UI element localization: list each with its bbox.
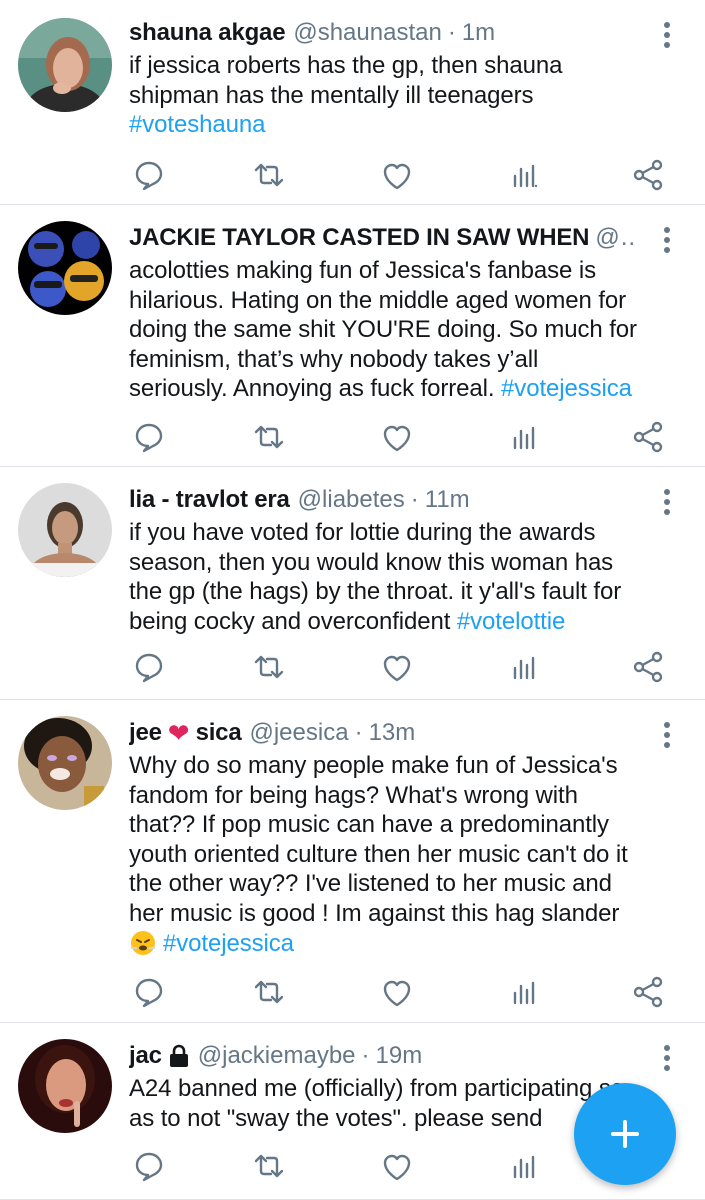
tweet-text-line: the gp (the hags) by the throat. it y'al… [129, 578, 622, 605]
separator-dot: · [447, 19, 456, 46]
user-handle[interactable]: @liabetes [298, 483, 405, 517]
tweet[interactable]: JACKIE TAYLOR CASTED IN SAW WHEN @... ac… [0, 205, 705, 467]
reply-icon[interactable] [129, 972, 169, 1012]
stats-icon[interactable] [505, 647, 545, 687]
retweet-icon[interactable] [249, 155, 289, 195]
share-icon[interactable] [629, 647, 669, 687]
avatar[interactable] [18, 18, 112, 112]
tweet-text-line: her music is good ! Im against this hag … [129, 899, 620, 927]
tweet-text: Why do so many people make fun of Jessic… [129, 751, 681, 959]
share-icon[interactable] [629, 417, 669, 457]
display-name[interactable]: lia - travlot era [129, 483, 290, 517]
separator-dot: · [354, 719, 363, 746]
tweet-text-line: the other way?? I've listened to her mus… [129, 870, 612, 897]
tweet-text: if you have voted for lottie during the … [129, 518, 681, 636]
timestamp[interactable]: 13m [369, 716, 416, 750]
tweet-text-line: #votejessica [129, 928, 681, 959]
tweet-text-line: if jessica roberts has the gp, then shau… [129, 52, 563, 79]
tweet[interactable]: jee ❤ sica @jeesica · 13m Why do so many… [0, 700, 705, 1023]
user-handle[interactable]: @... [595, 221, 637, 255]
retweet-icon[interactable] [249, 647, 289, 687]
stats-icon[interactable] [505, 417, 545, 457]
display-name-part[interactable]: jee [129, 716, 162, 750]
avatar[interactable] [18, 483, 112, 577]
display-name[interactable]: shauna akgae [129, 16, 286, 50]
avatar[interactable] [18, 1039, 112, 1133]
hashtag-link[interactable]: #votejessica [501, 375, 632, 402]
tweet-text-fragment: being cocky and overconfident [129, 607, 457, 635]
share-icon[interactable] [629, 972, 669, 1012]
heart-icon[interactable] [377, 1146, 417, 1186]
retweet-icon[interactable] [249, 972, 289, 1012]
tweet-text-line: acolotties making fun of Jessica's fanba… [129, 257, 596, 284]
tweet-text-line: hilarious. Hating on the middle aged wom… [129, 286, 627, 314]
share-icon[interactable] [629, 155, 669, 195]
more-vertical-icon[interactable] [653, 1043, 681, 1073]
tweet-actions [129, 972, 663, 1012]
more-vertical-icon[interactable] [653, 487, 681, 517]
reply-icon[interactable] [129, 417, 169, 457]
retweet-icon[interactable] [249, 1146, 289, 1186]
user-handle[interactable]: @shaunastan [293, 16, 441, 50]
tweet-text-line: season, then you would know this woman h… [129, 548, 614, 576]
display-name[interactable]: JACKIE TAYLOR CASTED IN SAW WHEN [129, 221, 590, 255]
tweet-text-line: doing the same shit YOU'RE doing. So muc… [129, 316, 637, 343]
tweet-text-line: being cocky and overconfident #votelotti… [129, 607, 681, 637]
plus-icon [611, 1120, 639, 1148]
separator-dot: · [361, 1042, 370, 1069]
stats-icon[interactable] [505, 155, 545, 195]
heart-icon[interactable] [377, 417, 417, 457]
display-name[interactable]: jac [129, 1039, 162, 1073]
user-handle[interactable]: @jeesica [249, 716, 348, 750]
reply-icon[interactable] [129, 155, 169, 195]
heart-icon[interactable] [377, 647, 417, 687]
heart-emoji-icon: ❤ [167, 718, 190, 748]
tweet-text: if jessica roberts has the gp, then shau… [129, 51, 681, 140]
timeline-feed: shauna akgae @shaunastan · 1m if jessica… [0, 0, 705, 1200]
heart-icon[interactable] [377, 155, 417, 195]
tweet-text-line: feminism, that’s why nobody takes y’all [129, 345, 539, 373]
tweet-text-line: Why do so many people make fun of Jessic… [129, 752, 618, 779]
tweet-text-line: that?? If pop music can have a predomina… [129, 811, 609, 838]
tweet-text-fragment: seriously. Annoying as fuck forreal. [129, 375, 502, 402]
tweet-actions [129, 155, 663, 195]
timestamp[interactable]: 19m [376, 1039, 423, 1073]
compose-button[interactable] [574, 1083, 676, 1185]
display-name-part[interactable]: sica [196, 716, 242, 750]
more-vertical-icon[interactable] [653, 225, 681, 255]
tweet[interactable]: lia - travlot era @liabetes · 11m if you… [0, 467, 705, 700]
steam-face-emoji-icon [129, 928, 157, 956]
hashtag-link[interactable]: #votejessica [163, 930, 294, 957]
retweet-icon[interactable] [249, 417, 289, 457]
tweet-text: acolotties making fun of Jessica's fanba… [129, 256, 681, 404]
stats-icon[interactable] [505, 972, 545, 1012]
tweet-text-line: youth oriented culture then her music ca… [129, 840, 628, 868]
stats-icon[interactable] [505, 1146, 545, 1186]
tweet-text-line: seriously. Annoying as fuck forreal. #vo… [129, 374, 681, 404]
avatar[interactable] [18, 716, 112, 810]
tweet-text-line: shipman has the mentally ill teenagers [129, 81, 534, 109]
reply-icon[interactable] [129, 647, 169, 687]
avatar[interactable] [18, 221, 112, 315]
tweet-text-line: if you have voted for lottie during the … [129, 519, 596, 546]
tweet-actions [129, 417, 663, 457]
reply-icon[interactable] [129, 1146, 169, 1186]
more-vertical-icon[interactable] [653, 20, 681, 50]
tweet[interactable]: shauna akgae @shaunastan · 1m if jessica… [0, 0, 705, 205]
more-vertical-icon[interactable] [653, 720, 681, 750]
user-handle[interactable]: @jackiemaybe [198, 1039, 356, 1073]
hashtag-link[interactable]: #votelottie [457, 608, 565, 635]
hashtag-link[interactable]: #voteshauna [129, 110, 681, 140]
timestamp[interactable]: 11m [425, 483, 470, 517]
separator-dot: · [410, 486, 419, 513]
timestamp[interactable]: 1m [462, 16, 495, 50]
tweet-actions [129, 647, 663, 687]
lock-icon [168, 1044, 190, 1068]
heart-icon[interactable] [377, 972, 417, 1012]
tweet-text-line: fandom for being hags? What's wrong with [129, 781, 578, 809]
